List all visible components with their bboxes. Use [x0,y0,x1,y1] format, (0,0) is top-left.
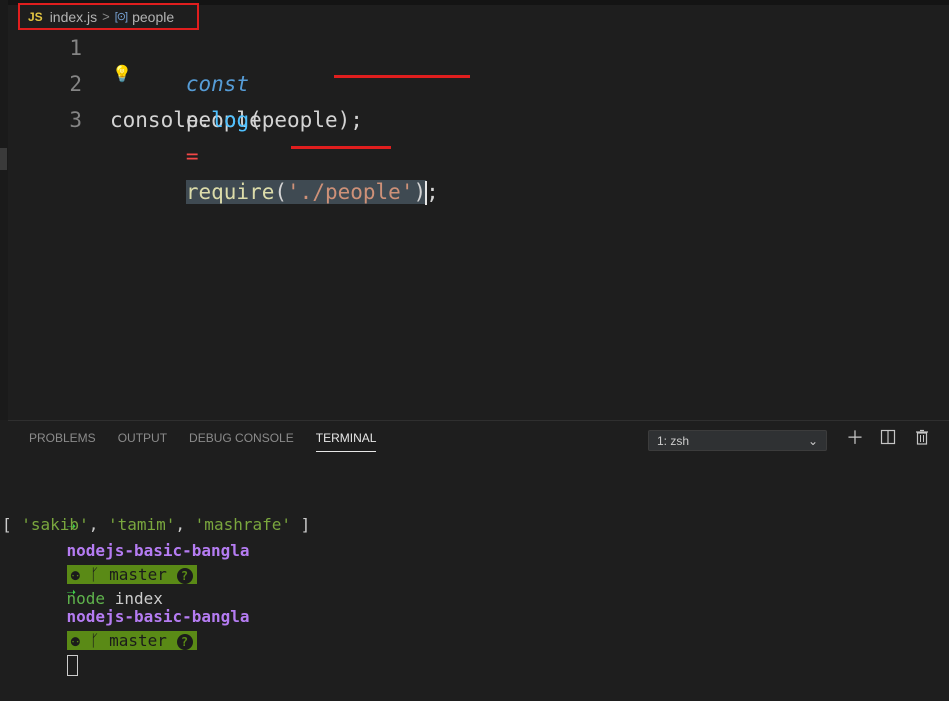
method-log: log [211,108,250,132]
tab-problems[interactable]: PROBLEMS [29,431,96,452]
split-icon[interactable] [880,429,896,448]
call-args: (people); [249,108,363,132]
line-number: 1 [69,36,82,60]
panel-tabs: PROBLEMS OUTPUT DEBUG CONSOLE TERMINAL [29,431,377,452]
output-close: ] [291,515,311,534]
tab-terminal[interactable]: TERMINAL [315,431,377,452]
github-icon: ⚉ [70,631,81,650]
prompt-directory: nodejs-basic-bangla [66,607,250,626]
prompt-arrow-icon: ➝ [66,583,77,602]
console-object: console [110,108,199,132]
annotation-underline-require [334,75,470,78]
code-line-1[interactable]: 1 const people = require('./people'); [0,30,949,205]
terminal-select[interactable]: 1: zsh ⌄ [648,430,827,451]
git-branch: master [109,631,167,650]
tab-debug-console[interactable]: DEBUG CONSOLE [189,431,294,452]
terminal-cursor [66,655,78,676]
output-item: 'sakib' [21,515,89,534]
output-open: [ [2,515,22,534]
semicolon: ; [426,180,439,204]
module-path-string: './people' [287,180,414,204]
trash-icon[interactable] [914,429,930,448]
code-editor[interactable]: 1 const people = require('./people'); 💡 … [0,30,949,420]
chevron-down-icon: ⌄ [807,434,818,448]
code-line-3[interactable]: 3 console.log(people); [0,102,949,138]
annotation-underline-people [291,146,391,149]
git-status-icon: ? [176,633,193,650]
js-file-icon: JS [28,9,43,24]
output-comma: , [175,515,195,534]
breadcrumb: JS index.js > [⊙] people [18,3,199,30]
chevron-right-icon: > [102,9,110,24]
terminal-line-command: ➝ nodejs-basic-bangla ⚉ ᚴ master ? node … [28,491,250,608]
dot: . [198,108,212,132]
selected-text: require('./people') [185,180,427,204]
code-line-2[interactable]: 2 [0,66,949,102]
output-comma: , [88,515,108,534]
assign-operator: = [185,144,199,168]
breadcrumb-file[interactable]: index.js [50,9,97,25]
git-badge: ⚉ ᚴ master ? [66,631,197,650]
output-item: 'mashrafe' [194,515,291,534]
breadcrumb-symbol[interactable]: people [132,9,174,25]
function-require: require [185,180,275,204]
plus-icon[interactable]: ＋ [846,429,864,447]
terminal-select-value: 1: zsh [657,434,690,448]
terminal-line-prompt: ➝ nodejs-basic-bangla ⚉ ᚴ master ? [28,557,250,676]
line-number: 3 [69,108,82,132]
symbol-variable-icon: [⊙] [114,11,128,23]
line-number: 2 [69,72,82,96]
paren: ( [274,180,288,204]
output-item: 'tamim' [107,515,176,534]
tab-output[interactable]: OUTPUT [118,431,167,452]
branch-icon: ᚴ [89,631,100,650]
terminal-line-output: [ 'sakib', 'tamim', 'mashrafe' ] [2,513,310,537]
